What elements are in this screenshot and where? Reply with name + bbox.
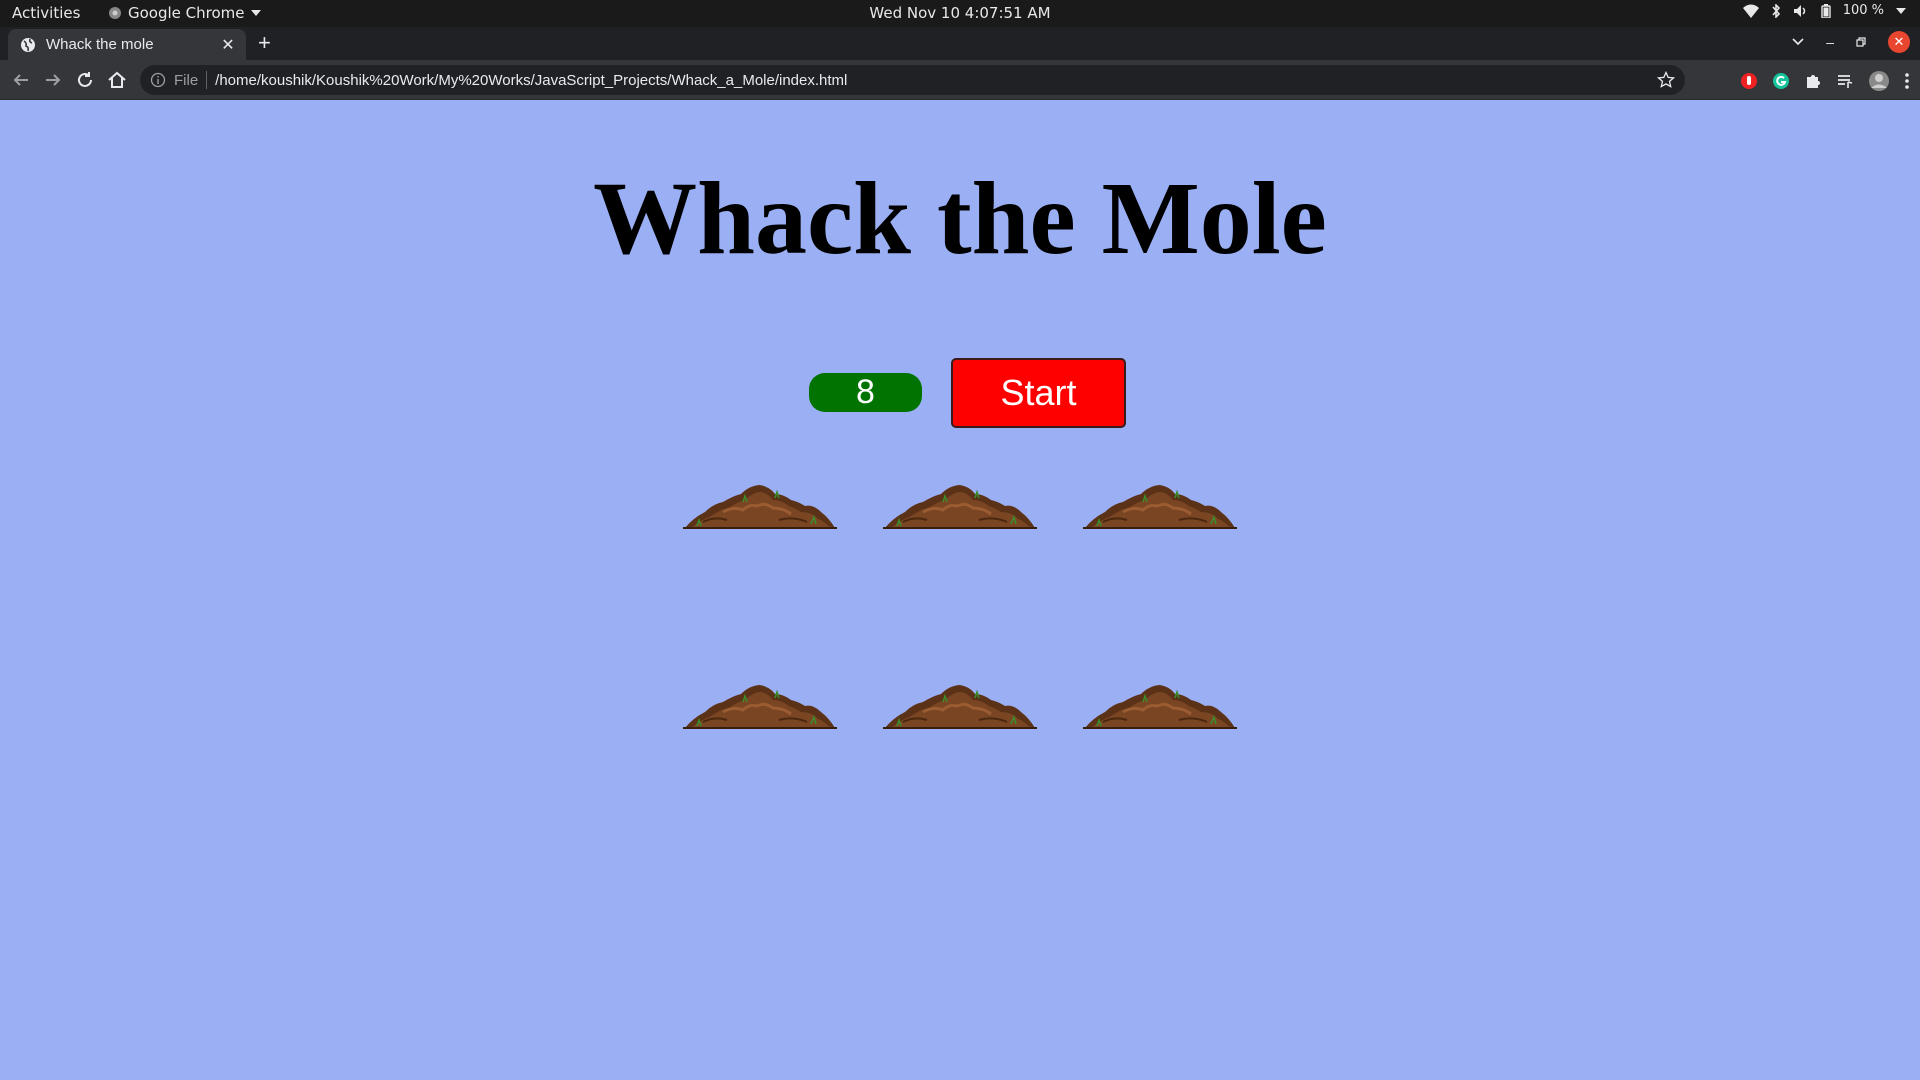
- profile-avatar[interactable]: [1868, 70, 1890, 92]
- adblock-extension-icon[interactable]: [1740, 72, 1758, 90]
- media-queue-icon[interactable]: [1836, 72, 1854, 90]
- mole-hole[interactable]: [1083, 682, 1237, 730]
- globe-icon: [21, 37, 35, 52]
- reload-icon[interactable]: [74, 69, 96, 91]
- start-button[interactable]: Start: [951, 358, 1126, 428]
- dirt-mound-icon: [883, 482, 1037, 530]
- mole-hole[interactable]: [683, 482, 837, 530]
- home-icon[interactable]: [106, 69, 128, 91]
- back-icon[interactable]: [10, 69, 32, 91]
- puzzle-extensions-icon[interactable]: [1804, 72, 1822, 90]
- url-text[interactable]: /home/koushik/Koushik%20Work/My%20Works/…: [215, 72, 847, 89]
- page-title: Whack the Mole: [593, 161, 1327, 276]
- activities-button[interactable]: Activities: [12, 4, 80, 22]
- tab-strip: Whack the mole ✕ + – ✕: [0, 27, 1920, 60]
- mole-hole[interactable]: [1083, 482, 1237, 530]
- browser-toolbar: File /home/koushik/Koushik%20Work/My%20W…: [0, 60, 1920, 100]
- mole-hole[interactable]: [883, 482, 1037, 530]
- bookmark-star-icon[interactable]: [1657, 71, 1675, 89]
- tab-whack-the-mole[interactable]: Whack the mole ✕: [8, 29, 246, 60]
- dirt-mound-icon: [1083, 482, 1237, 530]
- more-menu-icon[interactable]: [1904, 72, 1910, 90]
- address-bar[interactable]: File /home/koushik/Koushik%20Work/My%20W…: [140, 65, 1685, 95]
- new-tab-button[interactable]: +: [258, 31, 271, 55]
- volume-icon: [1793, 4, 1805, 17]
- battery-percent: 100 %: [1842, 3, 1884, 18]
- system-tray[interactable]: 100 %: [1742, 3, 1906, 18]
- dirt-mound-icon: [683, 482, 837, 530]
- app-menu[interactable]: Google Chrome: [108, 4, 261, 22]
- mole-hole[interactable]: [683, 682, 837, 730]
- os-top-bar: Activities Google Chrome Wed Nov 10 4:07…: [0, 0, 1920, 27]
- game-page: Whack the Mole 8 Start: [0, 101, 1920, 1080]
- grammarly-extension-icon[interactable]: [1772, 72, 1790, 90]
- url-scheme: File: [174, 71, 199, 89]
- restore-icon[interactable]: [1856, 37, 1866, 47]
- dirt-mound-icon: [883, 682, 1037, 730]
- chrome-icon: [109, 7, 121, 19]
- chevron-down-icon: [250, 10, 261, 16]
- clock[interactable]: Wed Nov 10 4:07:51 AM: [869, 4, 1050, 22]
- chevron-down-icon: [1896, 7, 1906, 14]
- dirt-mound-icon: [1083, 682, 1237, 730]
- score-display: 8: [809, 373, 922, 412]
- divider: [206, 71, 208, 89]
- tab-title: Whack the mole: [46, 36, 154, 53]
- battery-icon: [1820, 3, 1831, 18]
- dirt-mound-icon: [683, 682, 837, 730]
- minimize-icon[interactable]: –: [1826, 34, 1834, 50]
- app-name: Google Chrome: [128, 4, 245, 22]
- extensions-area: [1740, 70, 1910, 92]
- close-tab-icon[interactable]: ✕: [216, 35, 240, 55]
- bluetooth-icon: [1772, 3, 1780, 18]
- close-window-icon[interactable]: ✕: [1888, 31, 1910, 53]
- mole-hole[interactable]: [883, 682, 1037, 730]
- info-icon[interactable]: [150, 72, 166, 88]
- wifi-icon: [1742, 4, 1759, 18]
- tab-search-icon[interactable]: [1792, 38, 1804, 46]
- forward-icon[interactable]: [42, 69, 64, 91]
